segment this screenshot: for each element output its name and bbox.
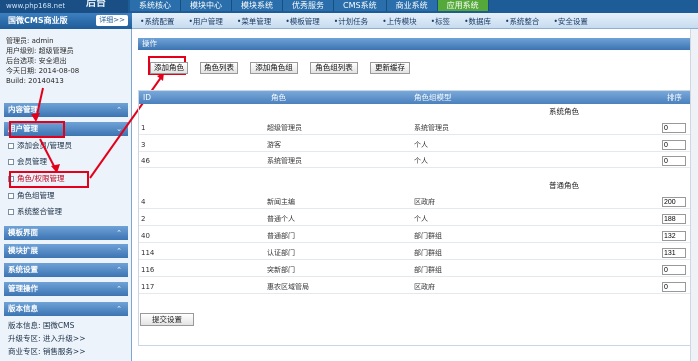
role-group-list-button[interactable]: 角色组列表 (310, 62, 358, 74)
main-panel: 操作 添加角色 角色列表 添加角色组 角色组列表 更新缓存 ID 角色 角色组模… (138, 38, 698, 361)
arrow-head (31, 113, 40, 122)
arrow-line (39, 138, 57, 171)
col-role: 角色 (271, 93, 286, 102)
group-label: 普通角色 (549, 181, 579, 190)
table-row: 4 新闻主编 区政府 (139, 195, 690, 209)
col-id: ID (143, 93, 151, 102)
refresh-cache-button[interactable]: 更新缓存 (370, 62, 410, 74)
group-system: 系统角色 (139, 105, 690, 119)
sort-input[interactable] (662, 248, 686, 258)
cell-model: 个人 (414, 215, 428, 223)
sort-input[interactable] (662, 282, 686, 292)
sort-input[interactable] (662, 214, 686, 224)
cell-model: 区政府 (414, 283, 435, 291)
cell-id: 1 (141, 124, 146, 132)
sort-input[interactable] (662, 156, 686, 166)
table-row: 3 游客 个人 (139, 138, 690, 152)
cell-id: 117 (141, 283, 155, 291)
cell-model: 个人 (414, 157, 428, 165)
cell-role: 超级管理员 (267, 124, 302, 132)
sort-input[interactable] (662, 265, 686, 275)
role-list-button[interactable]: 角色列表 (200, 62, 238, 74)
cell-role: 系统管理员 (267, 157, 302, 165)
cell-role: 认证部门 (267, 249, 295, 257)
group-normal: 普通角色 (139, 179, 690, 193)
sort-input[interactable] (662, 197, 686, 207)
table-row: 1 超级管理员 系统管理员 (139, 121, 690, 135)
cell-id: 4 (141, 198, 146, 206)
table-row: 117 惠农区域管局 区政府 (139, 280, 690, 294)
cell-role: 新闻主编 (267, 198, 295, 206)
table-row: 114 认证部门 部门群组 (139, 246, 690, 260)
group-label: 系统角色 (549, 107, 579, 116)
cell-role: 惠农区域管局 (267, 283, 309, 291)
add-role-group-button[interactable]: 添加角色组 (250, 62, 298, 74)
sort-input[interactable] (662, 123, 686, 133)
cell-model: 区政府 (414, 198, 435, 206)
col-sort: 排序 (667, 93, 682, 102)
col-model: 角色组模型 (414, 93, 452, 102)
cell-model: 部门群组 (414, 232, 442, 240)
cell-id: 116 (141, 266, 155, 274)
submit-settings-button[interactable]: 提交设置 (140, 313, 194, 326)
cell-role: 普通个人 (267, 215, 295, 223)
role-table: ID 角色 角色组模型 排序 系统角色 1超级管理员系统管理员 3游客个人 46… (138, 90, 691, 346)
table-row: 116 突新部门 部门群组 (139, 263, 690, 277)
table-row: 40 普通部门 部门群组 (139, 229, 690, 243)
table-row: 2 普通个人 个人 (139, 212, 690, 226)
cell-role: 游客 (267, 141, 281, 149)
cell-model: 部门群组 (414, 266, 442, 274)
cell-model: 系统管理员 (414, 124, 449, 132)
cell-role: 普通部门 (267, 232, 295, 240)
cell-id: 2 (141, 215, 146, 223)
sort-input[interactable] (662, 231, 686, 241)
cell-model: 部门群组 (414, 249, 442, 257)
cell-id: 3 (141, 141, 146, 149)
ops-title: 操作 (138, 38, 691, 50)
cell-id: 40 (141, 232, 150, 240)
sort-input[interactable] (662, 140, 686, 150)
scrollbar[interactable] (690, 29, 698, 361)
arrow-head (51, 164, 60, 173)
cell-id: 46 (141, 157, 150, 165)
table-header: ID 角色 角色组模型 排序 (139, 91, 690, 104)
table-row: 46 系统管理员 个人 (139, 154, 690, 168)
cell-role: 突新部门 (267, 266, 295, 274)
add-role-button[interactable]: 添加角色 (150, 62, 188, 74)
cell-id: 114 (141, 249, 155, 257)
cell-model: 个人 (414, 141, 428, 149)
